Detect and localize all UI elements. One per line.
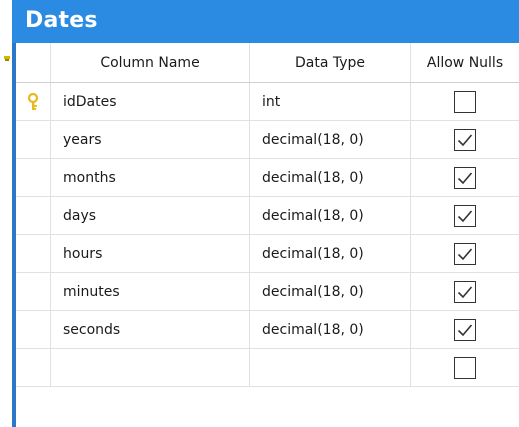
table-row[interactable]: years decimal(18, 0) [16, 121, 519, 159]
column-name-cell[interactable]: years [51, 121, 250, 158]
allow-nulls-header[interactable]: Allow Nulls [411, 43, 519, 82]
row-selector[interactable] [16, 121, 51, 158]
table-row[interactable]: months decimal(18, 0) [16, 159, 519, 197]
table-row[interactable]: minutes decimal(18, 0) [16, 273, 519, 311]
column-name-cell[interactable] [51, 349, 250, 386]
allow-nulls-cell [411, 121, 519, 158]
allow-nulls-cell [411, 235, 519, 272]
data-type-cell[interactable]: decimal(18, 0) [250, 197, 411, 234]
resize-handle-icon[interactable] [4, 56, 10, 62]
allow-nulls-cell [411, 349, 519, 386]
allow-nulls-cell [411, 197, 519, 234]
checkmark-icon [457, 171, 473, 184]
row-selector[interactable] [16, 197, 51, 234]
table-row[interactable]: hours decimal(18, 0) [16, 235, 519, 273]
column-name-cell[interactable]: months [51, 159, 250, 196]
allow-nulls-cell [411, 311, 519, 348]
table-title-bar[interactable]: Dates [12, 0, 519, 43]
data-type-cell[interactable]: int [250, 83, 411, 120]
allow-nulls-cell [411, 273, 519, 310]
columns-grid: Column Name Data Type Allow Nulls idDate… [16, 43, 519, 387]
data-type-cell[interactable] [250, 349, 411, 386]
table-designer-canvas: Dates Column Name Data Type Allow Nulls … [0, 0, 519, 427]
checkmark-icon [457, 247, 473, 260]
allow-nulls-checkbox[interactable] [454, 356, 476, 379]
grid-header-row: Column Name Data Type Allow Nulls [16, 43, 519, 83]
grid-rows: idDates int years decimal(18, 0) months decim… [16, 83, 519, 387]
table-row[interactable]: seconds decimal(18, 0) [16, 311, 519, 349]
row-selector[interactable] [16, 83, 51, 120]
key-icon [27, 92, 39, 110]
column-name-cell[interactable]: minutes [51, 273, 250, 310]
table-title: Dates [25, 8, 98, 33]
row-selector[interactable] [16, 349, 51, 386]
column-name-cell[interactable]: hours [51, 235, 250, 272]
table-row[interactable]: idDates int [16, 83, 519, 121]
checkmark-icon [457, 209, 473, 222]
row-selector[interactable] [16, 311, 51, 348]
table-row[interactable]: days decimal(18, 0) [16, 197, 519, 235]
column-name-cell[interactable]: idDates [51, 83, 250, 120]
column-name-header[interactable]: Column Name [51, 43, 250, 82]
checkmark-icon [457, 323, 473, 336]
allow-nulls-checkbox[interactable] [454, 318, 476, 341]
allow-nulls-cell [411, 159, 519, 196]
data-type-cell[interactable]: decimal(18, 0) [250, 273, 411, 310]
allow-nulls-checkbox[interactable] [454, 128, 476, 151]
row-selector[interactable] [16, 273, 51, 310]
allow-nulls-checkbox[interactable] [454, 166, 476, 189]
allow-nulls-checkbox[interactable] [454, 90, 476, 113]
allow-nulls-checkbox[interactable] [454, 242, 476, 265]
table-row[interactable] [16, 349, 519, 387]
column-name-cell[interactable]: seconds [51, 311, 250, 348]
allow-nulls-cell [411, 83, 519, 120]
allow-nulls-checkbox[interactable] [454, 280, 476, 303]
data-type-cell[interactable]: decimal(18, 0) [250, 159, 411, 196]
checkmark-icon [457, 133, 473, 146]
row-selector[interactable] [16, 235, 51, 272]
row-selector[interactable] [16, 159, 51, 196]
data-type-header[interactable]: Data Type [250, 43, 411, 82]
checkmark-icon [457, 285, 473, 298]
data-type-cell[interactable]: decimal(18, 0) [250, 235, 411, 272]
allow-nulls-checkbox[interactable] [454, 204, 476, 227]
data-type-cell[interactable]: decimal(18, 0) [250, 121, 411, 158]
column-name-cell[interactable]: days [51, 197, 250, 234]
row-selector-header[interactable] [16, 43, 51, 82]
data-type-cell[interactable]: decimal(18, 0) [250, 311, 411, 348]
